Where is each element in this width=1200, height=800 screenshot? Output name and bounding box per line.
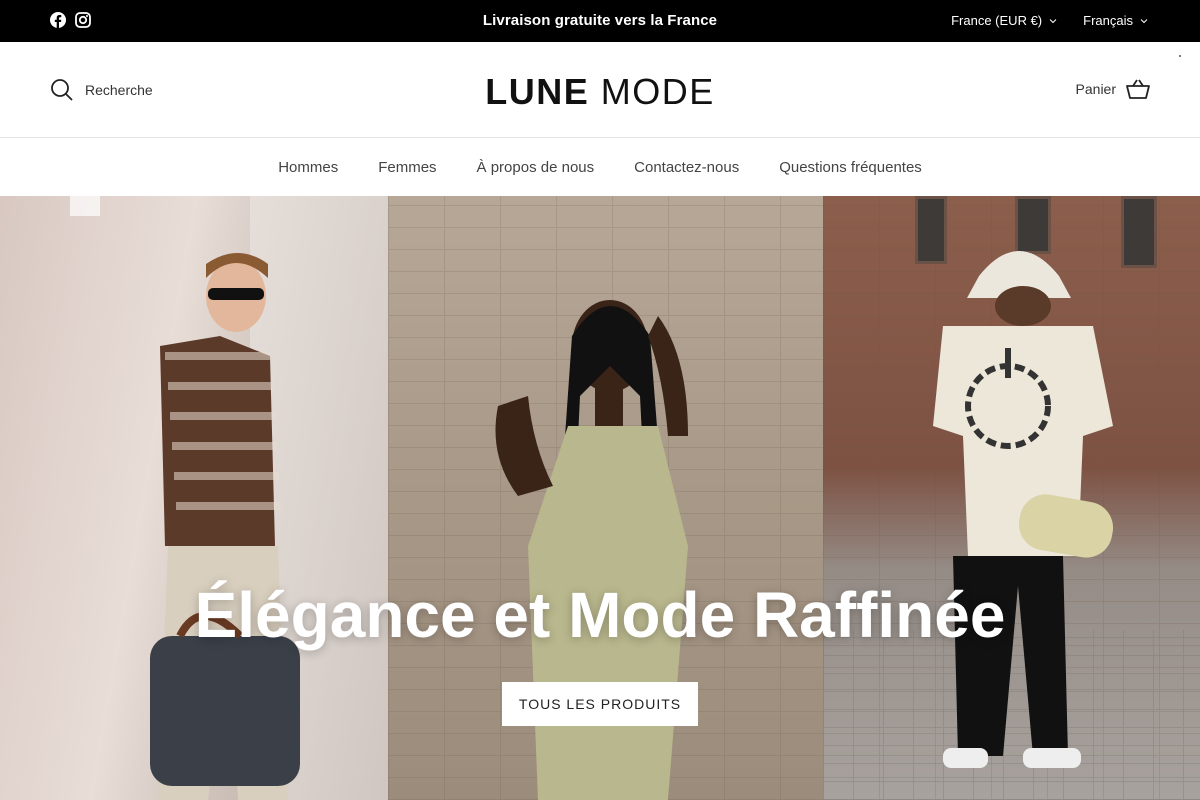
chevron-down-icon [1140,18,1148,23]
all-products-button[interactable]: TOUS LES PRODUITS [502,682,698,726]
hero-image-left [0,196,388,800]
site-header: Recherche LUNE MODE Panier [0,42,1200,138]
nav-item-femmes[interactable]: Femmes [378,159,436,176]
locale-selectors: France (EUR €) Français [951,13,1148,28]
model-man-checked-shirt [70,196,388,800]
hero-banner: Élégance et Mode Raffinée TOUS LES PRODU… [0,196,1200,800]
nav-item-hommes[interactable]: Hommes [278,159,338,176]
nav-item-a-propos[interactable]: À propos de nous [477,159,595,176]
language-selector[interactable]: Français [1083,13,1148,28]
cart-button[interactable]: Panier [1076,78,1150,100]
logo-word-bold: LUNE [485,71,590,112]
main-navigation: Hommes Femmes À propos de nous Contactez… [0,138,1200,196]
hero-image-right [823,196,1200,800]
country-selector[interactable]: France (EUR €) [951,13,1057,28]
nav-item-contact[interactable]: Contactez-nous [634,159,739,176]
language-selector-label: Français [1083,13,1133,28]
chevron-down-icon [1049,18,1057,23]
nav-item-faq[interactable]: Questions fréquentes [779,159,922,176]
announcement-bar: Livraison gratuite vers la France France… [0,0,1200,42]
hero-title: Élégance et Mode Raffinée [194,579,1006,651]
model-man-white-tshirt [933,251,1114,768]
decorative-dot [1179,55,1181,57]
logo-word-light: MODE [600,71,715,112]
country-selector-label: France (EUR €) [951,13,1043,28]
basket-icon [1126,79,1150,99]
site-logo[interactable]: LUNE MODE [0,71,1200,113]
cart-label: Panier [1075,81,1116,97]
